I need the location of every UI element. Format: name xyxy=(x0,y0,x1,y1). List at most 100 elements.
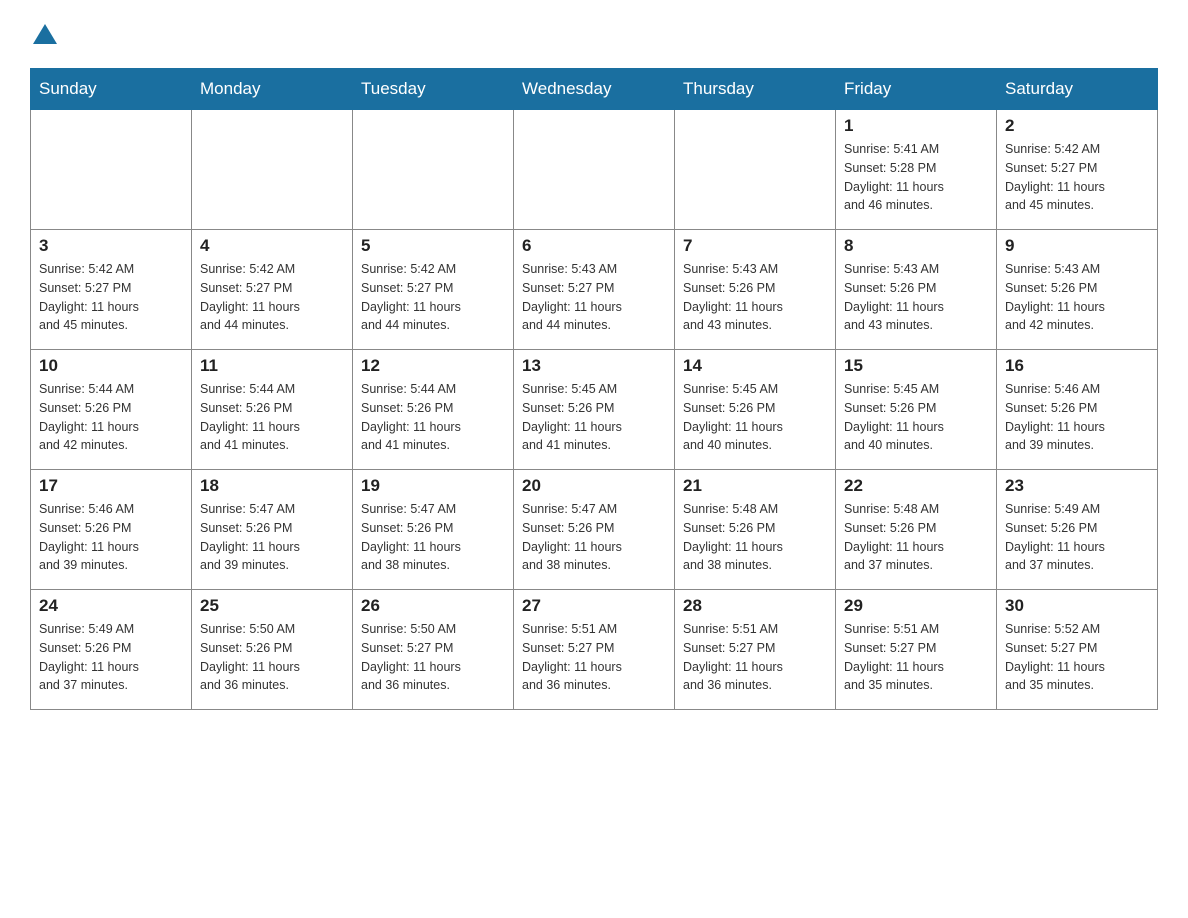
day-number: 11 xyxy=(200,356,344,376)
calendar-cell: 5 Sunrise: 5:42 AM Sunset: 5:27 PM Daylig… xyxy=(353,230,514,350)
day-number: 2 xyxy=(1005,116,1149,136)
day-number: 25 xyxy=(200,596,344,616)
calendar-cell: 6Sunrise: 5:43 AM Sunset: 5:27 PM Daylig… xyxy=(514,230,675,350)
day-info: Sunrise: 5:44 AM Sunset: 5:26 PM Dayligh… xyxy=(361,380,505,455)
day-info: Sunrise: 5:47 AM Sunset: 5:26 PM Dayligh… xyxy=(200,500,344,575)
day-info: Sunrise: 5:44 AM Sunset: 5:26 PM Dayligh… xyxy=(39,380,183,455)
logo-triangle-icon xyxy=(31,20,59,48)
day-info: Sunrise: 5:41 AM Sunset: 5:28 PM Dayligh… xyxy=(844,140,988,215)
day-number: 1 xyxy=(844,116,988,136)
day-number: 16 xyxy=(1005,356,1149,376)
day-number: 18 xyxy=(200,476,344,496)
calendar-cell xyxy=(675,110,836,230)
day-info: Sunrise: 5:43 AM Sunset: 5:26 PM Dayligh… xyxy=(1005,260,1149,335)
calendar-cell: 27Sunrise: 5:51 AM Sunset: 5:27 PM Dayli… xyxy=(514,590,675,710)
day-info: Sunrise: 5:47 AM Sunset: 5:26 PM Dayligh… xyxy=(522,500,666,575)
day-number: 20 xyxy=(522,476,666,496)
calendar-cell xyxy=(192,110,353,230)
calendar-cell: 2Sunrise: 5:42 AM Sunset: 5:27 PM Daylig… xyxy=(997,110,1158,230)
day-info: Sunrise: 5:45 AM Sunset: 5:26 PM Dayligh… xyxy=(683,380,827,455)
day-number: 26 xyxy=(361,596,505,616)
calendar-cell: 12 Sunrise: 5:44 AM Sunset: 5:26 PM Dayli… xyxy=(353,350,514,470)
day-number: 10 xyxy=(39,356,183,376)
calendar-cell: 26 Sunrise: 5:50 AM Sunset: 5:27 PM Dayli… xyxy=(353,590,514,710)
day-info: Sunrise: 5:42 AM Sunset: 5:27 PM Dayligh… xyxy=(361,260,505,335)
weekday-header-saturday: Saturday xyxy=(997,69,1158,110)
calendar-cell xyxy=(31,110,192,230)
day-info: Sunrise: 5:49 AM Sunset: 5:26 PM Dayligh… xyxy=(39,620,183,695)
calendar-cell: 18 Sunrise: 5:47 AM Sunset: 5:26 PM Dayli… xyxy=(192,470,353,590)
day-number: 3 xyxy=(39,236,183,256)
calendar-cell: 1 Sunrise: 5:41 AM Sunset: 5:28 PM Daylig… xyxy=(836,110,997,230)
calendar-cell: 7 Sunrise: 5:43 AM Sunset: 5:26 PM Daylig… xyxy=(675,230,836,350)
calendar-cell: 9 Sunrise: 5:43 AM Sunset: 5:26 PM Daylig… xyxy=(997,230,1158,350)
day-number: 5 xyxy=(361,236,505,256)
day-info: Sunrise: 5:51 AM Sunset: 5:27 PM Dayligh… xyxy=(522,620,666,695)
calendar-row-0: 1 Sunrise: 5:41 AM Sunset: 5:28 PM Daylig… xyxy=(31,110,1158,230)
day-number: 22 xyxy=(844,476,988,496)
day-info: Sunrise: 5:46 AM Sunset: 5:26 PM Dayligh… xyxy=(1005,380,1149,455)
day-number: 23 xyxy=(1005,476,1149,496)
day-number: 14 xyxy=(683,356,827,376)
calendar-cell: 22 Sunrise: 5:48 AM Sunset: 5:26 PM Dayli… xyxy=(836,470,997,590)
day-info: Sunrise: 5:46 AM Sunset: 5:26 PM Dayligh… xyxy=(39,500,183,575)
weekday-header-tuesday: Tuesday xyxy=(353,69,514,110)
calendar-cell: 29 Sunrise: 5:51 AM Sunset: 5:27 PM Dayli… xyxy=(836,590,997,710)
calendar-cell: 10 Sunrise: 5:44 AM Sunset: 5:26 PM Dayli… xyxy=(31,350,192,470)
calendar-cell: 13 Sunrise: 5:45 AM Sunset: 5:26 PM Dayli… xyxy=(514,350,675,470)
day-number: 28 xyxy=(683,596,827,616)
day-info: Sunrise: 5:50 AM Sunset: 5:27 PM Dayligh… xyxy=(361,620,505,695)
calendar-cell: 23 Sunrise: 5:49 AM Sunset: 5:26 PM Dayli… xyxy=(997,470,1158,590)
day-number: 15 xyxy=(844,356,988,376)
calendar-cell: 20 Sunrise: 5:47 AM Sunset: 5:26 PM Dayli… xyxy=(514,470,675,590)
calendar-cell: 30Sunrise: 5:52 AM Sunset: 5:27 PM Dayli… xyxy=(997,590,1158,710)
day-info: Sunrise: 5:49 AM Sunset: 5:26 PM Dayligh… xyxy=(1005,500,1149,575)
day-info: Sunrise: 5:43 AM Sunset: 5:26 PM Dayligh… xyxy=(844,260,988,335)
calendar-cell: 19 Sunrise: 5:47 AM Sunset: 5:26 PM Dayli… xyxy=(353,470,514,590)
day-number: 12 xyxy=(361,356,505,376)
day-info: Sunrise: 5:42 AM Sunset: 5:27 PM Dayligh… xyxy=(39,260,183,335)
calendar-cell: 3 Sunrise: 5:42 AM Sunset: 5:27 PM Daylig… xyxy=(31,230,192,350)
day-info: Sunrise: 5:50 AM Sunset: 5:26 PM Dayligh… xyxy=(200,620,344,695)
day-number: 17 xyxy=(39,476,183,496)
calendar-cell: 17 Sunrise: 5:46 AM Sunset: 5:26 PM Dayli… xyxy=(31,470,192,590)
calendar-cell: 21 Sunrise: 5:48 AM Sunset: 5:26 PM Dayli… xyxy=(675,470,836,590)
day-info: Sunrise: 5:48 AM Sunset: 5:26 PM Dayligh… xyxy=(844,500,988,575)
weekday-header-friday: Friday xyxy=(836,69,997,110)
day-number: 21 xyxy=(683,476,827,496)
day-info: Sunrise: 5:48 AM Sunset: 5:26 PM Dayligh… xyxy=(683,500,827,575)
day-number: 4 xyxy=(200,236,344,256)
weekday-header-sunday: Sunday xyxy=(31,69,192,110)
day-number: 8 xyxy=(844,236,988,256)
day-number: 7 xyxy=(683,236,827,256)
day-info: Sunrise: 5:45 AM Sunset: 5:26 PM Dayligh… xyxy=(844,380,988,455)
day-number: 9 xyxy=(1005,236,1149,256)
day-number: 29 xyxy=(844,596,988,616)
calendar-cell: 28Sunrise: 5:51 AM Sunset: 5:27 PM Dayli… xyxy=(675,590,836,710)
calendar-cell: 15 Sunrise: 5:45 AM Sunset: 5:26 PM Dayli… xyxy=(836,350,997,470)
day-number: 19 xyxy=(361,476,505,496)
day-number: 30 xyxy=(1005,596,1149,616)
day-info: Sunrise: 5:45 AM Sunset: 5:26 PM Dayligh… xyxy=(522,380,666,455)
weekday-header-thursday: Thursday xyxy=(675,69,836,110)
calendar-cell: 24Sunrise: 5:49 AM Sunset: 5:26 PM Dayli… xyxy=(31,590,192,710)
calendar-cell: 14 Sunrise: 5:45 AM Sunset: 5:26 PM Dayli… xyxy=(675,350,836,470)
day-info: Sunrise: 5:43 AM Sunset: 5:26 PM Dayligh… xyxy=(683,260,827,335)
calendar-cell: 25 Sunrise: 5:50 AM Sunset: 5:26 PM Dayli… xyxy=(192,590,353,710)
weekday-header-row: SundayMondayTuesdayWednesdayThursdayFrid… xyxy=(31,69,1158,110)
calendar-table: SundayMondayTuesdayWednesdayThursdayFrid… xyxy=(30,68,1158,710)
calendar-row-4: 24Sunrise: 5:49 AM Sunset: 5:26 PM Dayli… xyxy=(31,590,1158,710)
calendar-row-3: 17 Sunrise: 5:46 AM Sunset: 5:26 PM Dayli… xyxy=(31,470,1158,590)
calendar-cell xyxy=(353,110,514,230)
calendar-cell: 16 Sunrise: 5:46 AM Sunset: 5:26 PM Dayli… xyxy=(997,350,1158,470)
calendar-cell: 8 Sunrise: 5:43 AM Sunset: 5:26 PM Daylig… xyxy=(836,230,997,350)
day-number: 6 xyxy=(522,236,666,256)
calendar-cell: 11 Sunrise: 5:44 AM Sunset: 5:26 PM Dayli… xyxy=(192,350,353,470)
calendar-row-1: 3 Sunrise: 5:42 AM Sunset: 5:27 PM Daylig… xyxy=(31,230,1158,350)
header xyxy=(30,20,1158,48)
day-number: 13 xyxy=(522,356,666,376)
weekday-header-monday: Monday xyxy=(192,69,353,110)
day-info: Sunrise: 5:44 AM Sunset: 5:26 PM Dayligh… xyxy=(200,380,344,455)
day-info: Sunrise: 5:51 AM Sunset: 5:27 PM Dayligh… xyxy=(844,620,988,695)
day-info: Sunrise: 5:47 AM Sunset: 5:26 PM Dayligh… xyxy=(361,500,505,575)
